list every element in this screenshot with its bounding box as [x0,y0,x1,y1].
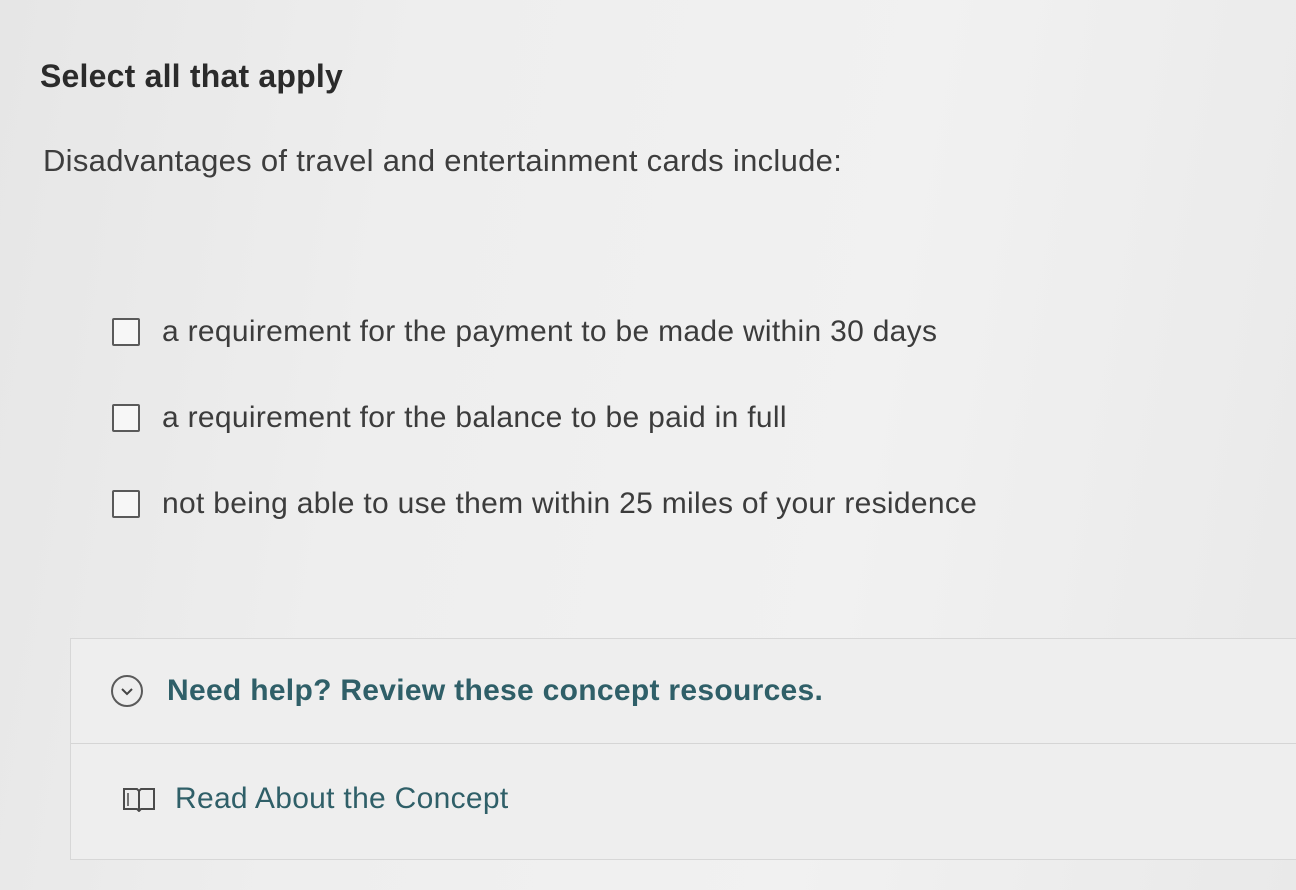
help-title[interactable]: Need help? Review these concept resource… [167,674,823,708]
choice-label: a requirement for the balance to be paid… [162,401,787,434]
help-toggle[interactable]: Need help? Review these concept resource… [71,639,1296,744]
checkbox[interactable] [112,318,140,346]
choice-label: not being able to use them within 25 mil… [162,487,978,520]
answer-choice-1[interactable]: a requirement for the payment to be made… [112,312,1112,352]
book-icon [121,785,157,813]
read-about-concept-link[interactable]: Read About the Concept [71,749,1296,849]
question-page: Select all that apply Disadvantages of t… [0,0,1296,890]
answer-choices: a requirement for the payment to be made… [112,312,1112,570]
resource-label[interactable]: Read About the Concept [175,782,509,816]
help-panel: Need help? Review these concept resource… [70,638,1296,860]
checkbox[interactable] [112,490,140,518]
choice-label: a requirement for the payment to be made… [162,315,938,348]
answer-choice-3[interactable]: not being able to use them within 25 mil… [112,484,1112,524]
chevron-down-circle-icon[interactable] [111,675,143,707]
answer-choice-2[interactable]: a requirement for the balance to be paid… [112,398,1112,438]
instruction-heading: Select all that apply [40,58,343,94]
question-prompt: Disadvantages of travel and entertainmen… [43,143,843,178]
checkbox[interactable] [112,404,140,432]
